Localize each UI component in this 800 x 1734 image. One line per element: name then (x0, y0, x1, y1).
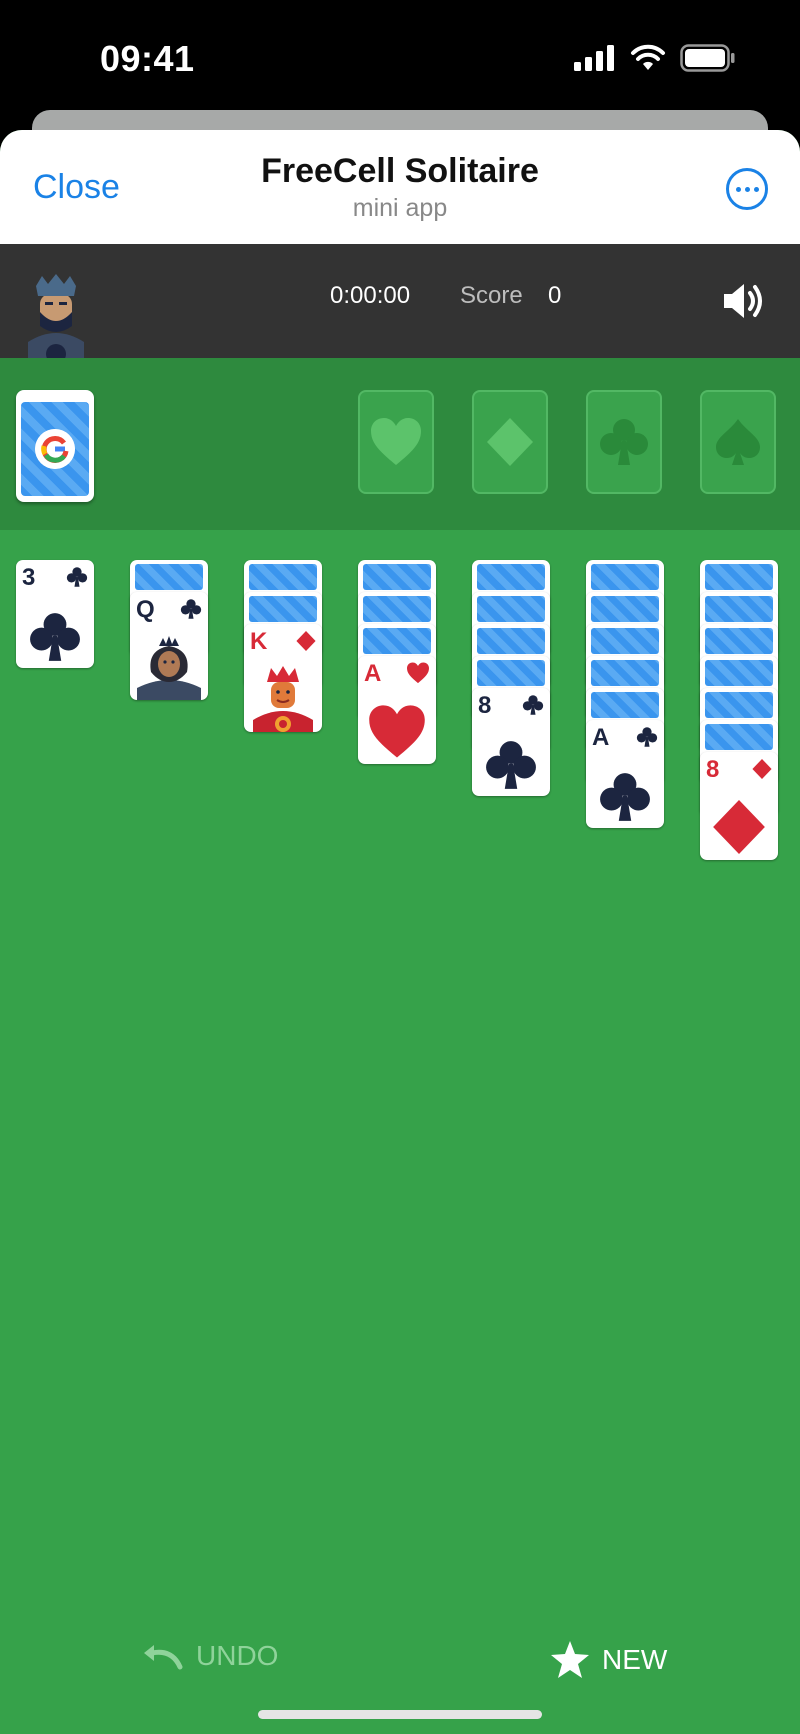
card-rank: 8 (706, 756, 720, 783)
bottom-controls: UNDO NEW (0, 1640, 800, 1700)
battery-icon (680, 44, 735, 72)
card-rank: A (592, 724, 610, 751)
card-ace-of-hearts[interactable]: A (358, 656, 436, 764)
score-label: Score (460, 282, 523, 309)
avatar[interactable] (18, 272, 94, 358)
card-back (135, 564, 203, 590)
card-rank: Q (136, 596, 155, 623)
card-back (363, 596, 431, 622)
heart-icon (407, 662, 429, 684)
spade-icon (716, 419, 760, 465)
card-back (705, 724, 773, 750)
more-dot-icon (753, 186, 759, 192)
card-rank: A (364, 660, 382, 687)
page-title: FreeCell Solitaire (261, 152, 539, 190)
foundation-diamonds[interactable] (472, 390, 548, 494)
mini-app-sheet: Close FreeCell Solitaire mini app 0:00:0… (0, 130, 800, 1734)
signal-icon (574, 45, 614, 71)
foundation-area (0, 358, 800, 530)
stock-pile[interactable] (16, 390, 94, 502)
card-3-of-clubs[interactable]: 3 (16, 560, 94, 668)
star-icon (551, 1641, 589, 1678)
new-game-button[interactable]: NEW (550, 1640, 667, 1680)
heart-icon (371, 418, 421, 465)
foundation-spades[interactable] (700, 390, 776, 494)
status-icons (574, 44, 736, 72)
card-back (591, 628, 659, 654)
queen-figure-icon (137, 636, 201, 700)
card-back (477, 596, 545, 622)
foundation-hearts[interactable] (358, 390, 434, 494)
card-rank: 8 (478, 692, 492, 719)
foundation-clubs[interactable] (586, 390, 662, 494)
club-icon (486, 741, 536, 789)
club-icon (600, 419, 648, 465)
google-logo-icon (35, 429, 75, 469)
card-back (705, 564, 773, 590)
card-rank: K (250, 628, 268, 655)
card-rank: 3 (22, 564, 36, 591)
card-back (363, 628, 431, 654)
score-value: 0 (548, 282, 562, 309)
new-game-label: NEW (602, 1644, 668, 1675)
card-back (591, 564, 659, 590)
card-back (477, 628, 545, 654)
card-back (705, 692, 773, 718)
app-header: Close FreeCell Solitaire mini app (0, 130, 800, 244)
card-back (249, 564, 317, 590)
game-timer: 0:00:00 (330, 282, 411, 309)
card-back (21, 402, 89, 496)
club-icon (522, 695, 544, 715)
sound-icon[interactable] (720, 278, 766, 324)
game-status-bar: 0:00:00 Score 0 (0, 244, 800, 358)
card-back (477, 564, 545, 590)
card-back (705, 660, 773, 686)
status-time: 09:41 (100, 38, 195, 79)
status-bar: 09:41 (0, 0, 800, 110)
card-back (477, 660, 545, 686)
heart-icon (369, 705, 425, 758)
diamond-icon (296, 631, 316, 651)
page-subtitle: mini app (352, 194, 448, 222)
club-icon (30, 613, 80, 661)
club-icon (180, 599, 202, 619)
undo-button[interactable]: UNDO (140, 1640, 278, 1672)
diamond-icon (752, 759, 772, 779)
undo-icon (144, 1645, 183, 1670)
card-back (591, 660, 659, 686)
wifi-icon (631, 44, 665, 70)
home-indicator (258, 1710, 542, 1719)
diamond-icon (713, 800, 765, 854)
card-king-of-diamonds[interactable]: K (244, 624, 322, 732)
card-queen-of-clubs[interactable]: Q (130, 592, 208, 700)
undo-label: UNDO (196, 1640, 279, 1671)
card-back (705, 596, 773, 622)
card-8-of-diamonds[interactable]: 8 (700, 752, 778, 860)
card-back (591, 692, 659, 718)
card-back (591, 596, 659, 622)
card-back (705, 628, 773, 654)
king-figure-icon (253, 666, 313, 732)
tableau: 3 Q K A 8 A 8 (0, 560, 800, 1560)
more-options-button[interactable] (726, 168, 768, 210)
more-dot-icon (735, 186, 741, 192)
diamond-icon (487, 418, 533, 466)
card-back (249, 596, 317, 622)
card-back (363, 564, 431, 590)
card-ace-of-clubs[interactable]: A (586, 720, 664, 828)
card-8-of-clubs[interactable]: 8 (472, 688, 550, 796)
more-dot-icon (744, 186, 750, 192)
club-icon (636, 727, 658, 747)
club-icon (66, 567, 88, 587)
club-icon (600, 773, 650, 821)
